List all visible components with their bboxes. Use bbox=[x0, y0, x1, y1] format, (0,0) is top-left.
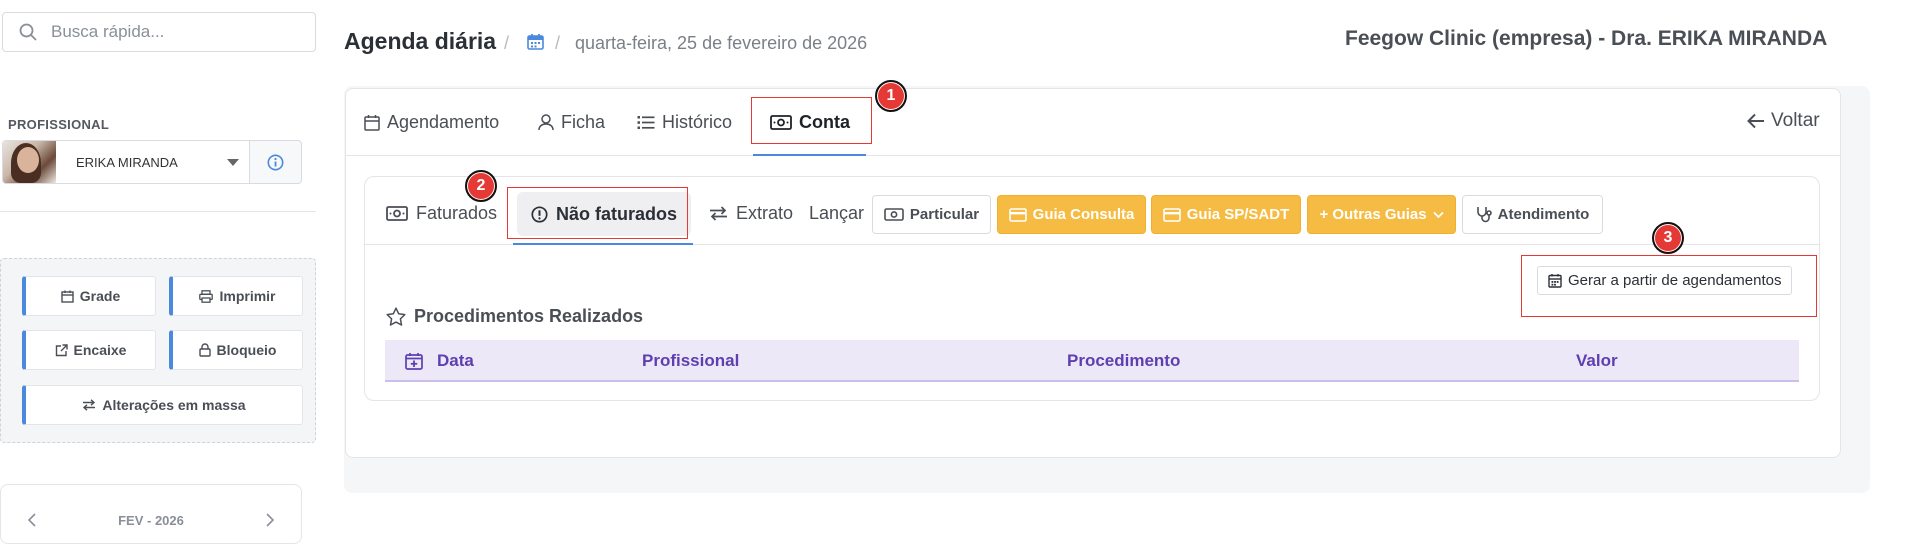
active-tab-indicator bbox=[753, 154, 866, 156]
bloqueio-label: Bloqueio bbox=[216, 342, 277, 358]
calendar-plus-icon[interactable] bbox=[405, 352, 423, 370]
breadcrumb-separator: / bbox=[504, 33, 510, 53]
tab-extrato[interactable]: Extrato bbox=[709, 203, 793, 224]
procedures-table-header: Data Profissional Procedimento Valor bbox=[385, 340, 1799, 382]
tabs-divider bbox=[346, 155, 1840, 156]
money-bill-icon bbox=[386, 206, 408, 221]
chevron-left-icon[interactable] bbox=[27, 513, 37, 527]
tab-faturados[interactable]: Faturados bbox=[386, 203, 497, 224]
annotation-badge-3: 3 bbox=[1652, 222, 1684, 254]
bloqueio-button[interactable]: Bloqueio bbox=[169, 330, 303, 370]
mini-calendar: FEV - 2026 bbox=[0, 484, 302, 544]
column-header-valor: Valor bbox=[1576, 351, 1618, 370]
info-button[interactable] bbox=[249, 140, 302, 184]
procedimentos-title: Procedimentos Realizados bbox=[386, 306, 643, 327]
encaixe-button[interactable]: Encaixe bbox=[22, 330, 156, 370]
lock-icon bbox=[198, 343, 211, 357]
annotation-highlight-gerar bbox=[1521, 255, 1817, 317]
active-subtab-indicator bbox=[513, 243, 693, 245]
sidebar: Busca rápida... PROFISSIONAL ERIKA MIRAN… bbox=[0, 0, 330, 544]
column-header-profissional: Profissional bbox=[642, 351, 740, 370]
voltar-label: Voltar bbox=[1771, 110, 1820, 131]
sidebar-divider bbox=[0, 211, 316, 212]
page-title: Agenda diária bbox=[344, 28, 497, 54]
list-icon bbox=[637, 115, 655, 130]
calendar-icon bbox=[364, 114, 380, 131]
calendar-icon bbox=[61, 290, 74, 303]
search-input[interactable]: Busca rápida... bbox=[2, 12, 316, 52]
caret-down-icon bbox=[227, 158, 239, 166]
calendar-month-label: FEV - 2026 bbox=[118, 513, 184, 528]
breadcrumb-date: quarta-feira, 25 de fevereiro de 2026 bbox=[575, 33, 868, 53]
exchange-icon bbox=[709, 206, 728, 221]
lancar-label: Lançar bbox=[809, 203, 865, 223]
chevron-down-icon bbox=[1432, 211, 1444, 219]
exchange-icon bbox=[82, 399, 96, 411]
arrow-left-icon bbox=[1747, 113, 1765, 129]
imprimir-button[interactable]: Imprimir bbox=[169, 276, 303, 316]
guia-sp-sadt-button[interactable]: Guia SP/SADT bbox=[1151, 195, 1301, 234]
imprimir-label: Imprimir bbox=[219, 288, 276, 304]
procedimentos-title-label: Procedimentos Realizados bbox=[414, 306, 644, 326]
avatar bbox=[3, 141, 56, 183]
guia-consulta-button[interactable]: Guia Consulta bbox=[997, 195, 1146, 234]
particular-button[interactable]: Particular bbox=[872, 195, 991, 234]
atendimento-label: Atendimento bbox=[1497, 206, 1590, 223]
particular-label: Particular bbox=[909, 206, 980, 223]
search-placeholder: Busca rápida... bbox=[51, 22, 165, 41]
breadcrumb-separator: / bbox=[555, 33, 561, 53]
stethoscope-icon bbox=[1476, 206, 1492, 223]
tab-agendamento-label: Agendamento bbox=[387, 112, 500, 132]
column-header-procedimento: Procedimento bbox=[1067, 351, 1181, 370]
guia-sp-sadt-label: Guia SP/SADT bbox=[1186, 206, 1290, 223]
tab-ficha[interactable]: Ficha bbox=[538, 112, 605, 133]
tab-extrato-label: Extrato bbox=[736, 203, 794, 223]
professional-name: ERIKA MIRANDA bbox=[76, 154, 178, 170]
search-icon bbox=[19, 23, 37, 41]
grade-label: Grade bbox=[79, 288, 121, 304]
printer-icon bbox=[199, 289, 214, 303]
info-icon bbox=[267, 154, 284, 171]
professional-select[interactable]: ERIKA MIRANDA bbox=[2, 140, 250, 184]
tool-panel: Grade Imprimir Encaixe Bloqueio Alteraçõ… bbox=[0, 258, 316, 443]
credit-card-icon bbox=[1008, 207, 1027, 222]
annotation-badge-2: 2 bbox=[465, 170, 497, 202]
voltar-button[interactable]: Voltar bbox=[1747, 110, 1820, 132]
annotation-highlight-nao-faturados bbox=[507, 187, 688, 239]
outras-guias-label: + Outras Guias bbox=[1319, 206, 1427, 223]
grade-button[interactable]: Grade bbox=[22, 276, 156, 316]
chevron-right-icon[interactable] bbox=[265, 513, 275, 527]
column-header-data: Data bbox=[437, 351, 474, 370]
alteracoes-em-massa-button[interactable]: Alterações em massa bbox=[22, 385, 303, 425]
outras-guias-dropdown[interactable]: + Outras Guias bbox=[1307, 195, 1456, 234]
alteracoes-label: Alterações em massa bbox=[102, 397, 246, 413]
annotation-badge-1: 1 bbox=[875, 80, 907, 112]
annotation-highlight-conta bbox=[751, 97, 872, 144]
tab-faturados-label: Faturados bbox=[416, 203, 498, 223]
user-icon bbox=[538, 114, 554, 131]
company-professional-label: Feegow Clinic (empresa) - Dra. ERIKA MIR… bbox=[1345, 27, 1828, 50]
atendimento-button[interactable]: Atendimento bbox=[1462, 195, 1603, 234]
credit-card-icon bbox=[1162, 207, 1181, 222]
tab-historico[interactable]: Histórico bbox=[637, 112, 732, 133]
star-icon bbox=[386, 307, 406, 326]
tab-agendamento[interactable]: Agendamento bbox=[364, 112, 499, 133]
tab-historico-label: Histórico bbox=[662, 112, 733, 132]
guia-consulta-label: Guia Consulta bbox=[1032, 206, 1135, 223]
calendar-icon[interactable] bbox=[527, 33, 544, 50]
tab-ficha-label: Ficha bbox=[561, 112, 606, 132]
encaixe-label: Encaixe bbox=[73, 342, 127, 358]
professional-section-label: PROFISSIONAL bbox=[8, 117, 110, 132]
external-link-icon bbox=[55, 343, 68, 357]
money-bill-icon bbox=[884, 208, 904, 221]
